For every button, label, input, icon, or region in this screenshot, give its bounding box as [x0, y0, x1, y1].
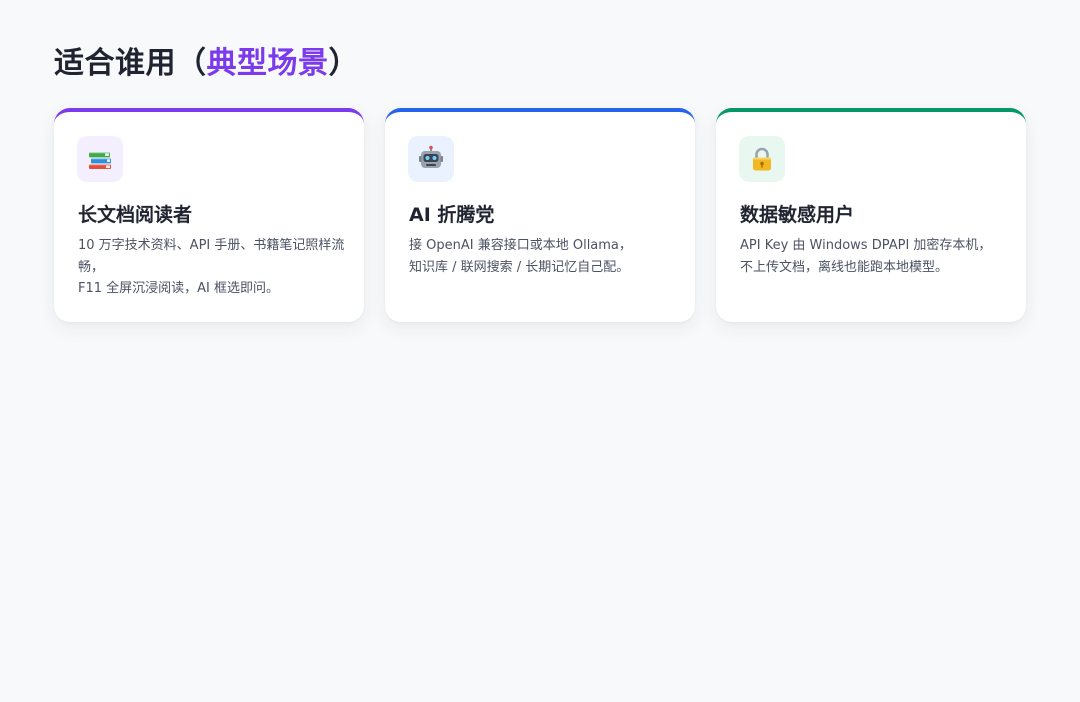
card-description: API Key 由 Windows DPAPI 加密存本机， 不上传文档，离线也… — [740, 238, 992, 275]
card-grid: 长文档阅读者 10 万字技术资料、API 手册、书籍笔记照样流畅， F11 全屏… — [54, 108, 1026, 322]
card-description: 接 OpenAI 兼容接口或本地 Ollama， 知识库 / 联网搜索 / 长期… — [409, 238, 632, 275]
robot-icon — [408, 136, 454, 182]
card-title: 长文档阅读者 — [78, 204, 193, 226]
card-data-sensitive-users: 数据敏感用户 API Key 由 Windows DPAPI 加密存本机， 不上… — [716, 108, 1026, 322]
books-icon — [77, 136, 123, 182]
card-title: AI 折腾党 — [409, 204, 495, 226]
section-title: 适合谁用（典型场景） — [54, 46, 359, 81]
card-long-document-readers: 长文档阅读者 10 万字技术资料、API 手册、书籍笔记照样流畅， F11 全屏… — [54, 108, 364, 322]
card-ai-tinkerers: AI 折腾党 接 OpenAI 兼容接口或本地 Ollama， 知识库 / 联网… — [385, 108, 695, 322]
section-title-accent: 典型场景 — [206, 46, 329, 81]
card-description: 10 万字技术资料、API 手册、书籍笔记照样流畅， F11 全屏沉浸阅读，AI… — [78, 238, 345, 296]
lock-icon — [739, 136, 785, 182]
audience-section: 适合谁用（典型场景） 长文档阅读者 10 万字技术资料、API 手册、书籍笔记照… — [54, 42, 1026, 322]
card-title: 数据敏感用户 — [740, 204, 855, 226]
